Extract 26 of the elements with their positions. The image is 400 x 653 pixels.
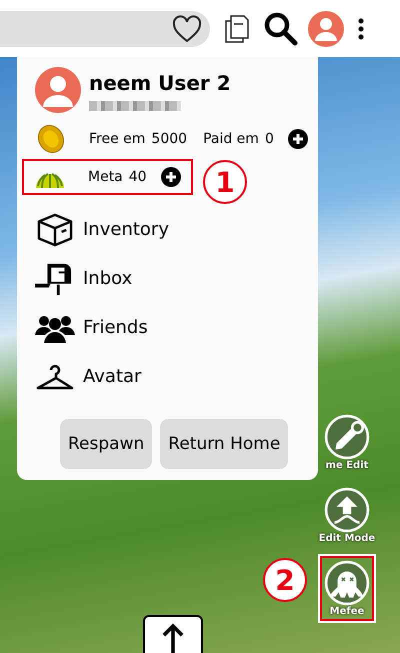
menu-button[interactable]: Respawn: [60, 419, 152, 469]
menu-item[interactable]: Friends: [35, 303, 308, 352]
documents-icon[interactable]: [224, 14, 250, 44]
heart-icon[interactable]: [172, 14, 202, 42]
coin-icon: [35, 123, 67, 155]
paid-em-value: 0: [264, 131, 274, 147]
avatar-icon[interactable]: [308, 10, 344, 46]
free-em-value: 5000: [151, 131, 188, 147]
menu-item[interactable]: Inventory: [35, 205, 308, 254]
paid-em-label: Paid em: [203, 131, 259, 147]
meta-label: Meta: [88, 169, 123, 185]
menu-item[interactable]: Inbox: [35, 254, 308, 303]
search-icon[interactable]: [264, 12, 298, 46]
meta-value: 40: [128, 169, 147, 185]
address-bar[interactable]: [0, 10, 210, 46]
user-name: neem User 2: [89, 71, 231, 95]
plus-icon[interactable]: [160, 167, 181, 187]
up-arrow-button[interactable]: [143, 615, 203, 653]
menu-item[interactable]: Avatar: [35, 352, 308, 401]
plus-icon[interactable]: [288, 129, 308, 149]
menu-icon[interactable]: [358, 18, 364, 40]
menu-button[interactable]: Return Home: [160, 419, 288, 469]
side-button[interactable]: Edit Mode: [314, 483, 380, 548]
avatar-icon: [35, 67, 81, 113]
free-em-label: Free em: [89, 131, 146, 147]
box-icon: [35, 212, 75, 246]
